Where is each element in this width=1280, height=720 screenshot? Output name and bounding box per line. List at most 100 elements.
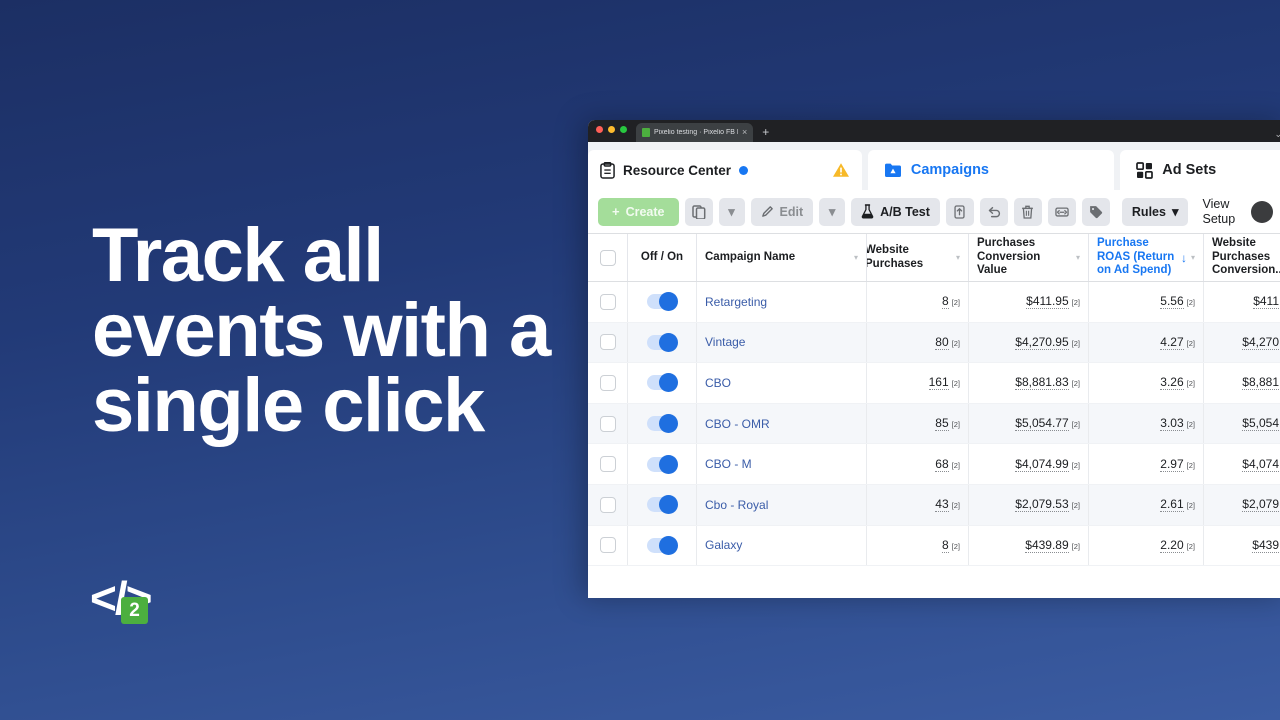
campaign-name-cell[interactable]: CBO - OMR [697,403,867,444]
close-window-icon[interactable] [596,126,603,133]
chevron-down-icon[interactable]: ▾ [1187,253,1195,262]
resource-center-card[interactable]: Resource Center [588,150,862,190]
row-select-cell[interactable] [588,484,628,525]
campaign-name-link[interactable]: CBO - M [705,457,752,471]
table-row[interactable]: Retargeting 8 [2] $411.95 [2] 5.56 [2] $411 [588,282,1280,323]
campaign-on-off-toggle[interactable] [647,495,678,515]
purchases-conversion-value-cell: $4,074.99 [2] [969,444,1089,484]
edit-button[interactable]: Edit [750,197,814,226]
row-checkbox[interactable] [599,456,616,473]
campaign-name-link[interactable]: CBO [705,376,731,390]
hero-line-2: events with a [92,288,551,374]
column-header-website-purchases-conversion-label: Website Purchases Conversion... [1212,237,1280,277]
table-row[interactable]: CBO - OMR 85 [2] $5,054.77 [2] 3.03 [2] $5,054 [588,403,1280,445]
table-row[interactable]: Cbo - Royal 43 [2] $2,079.53 [2] 2.61 [2] $2,07… [588,484,1280,526]
delete-button[interactable] [1013,197,1042,226]
column-header-campaign-name[interactable]: Campaign Name ▾ [697,234,867,281]
row-toggle-cell[interactable] [628,484,697,525]
rules-button[interactable]: Rules ▾ [1121,197,1189,226]
row-checkbox[interactable] [599,374,616,391]
campaign-on-off-toggle[interactable] [647,292,678,312]
column-header-purchases-conversion-value[interactable]: Purchases Conversion Value ▾ [969,234,1089,281]
browser-chrome-bar: Pixelio testing · Pixelio FB Fac × + ⌄ [588,120,1280,142]
browser-tab[interactable]: Pixelio testing · Pixelio FB Fac × [636,123,754,142]
row-select-cell[interactable] [588,322,628,363]
view-setup-toggle[interactable] [1251,200,1274,223]
campaign-name-cell[interactable]: Vintage [697,322,867,363]
table-row[interactable]: Vintage 80 [2] $4,270.95 [2] 4.27 [2] $4,270 [588,322,1280,364]
create-button[interactable]: + Create [598,197,679,226]
campaign-name-link[interactable]: Retargeting [705,295,767,309]
new-tab-button[interactable]: + [762,125,769,142]
table-row[interactable]: CBO 161 [2] $8,881.83 [2] 3.26 [2] $8,881 [588,363,1280,404]
row-checkbox[interactable] [599,496,616,513]
export-button[interactable] [945,197,974,226]
select-all-checkbox[interactable] [599,249,616,266]
row-select-cell[interactable] [588,363,628,403]
row-select-cell[interactable] [588,282,628,322]
campaign-on-off-toggle[interactable] [647,373,678,393]
website-purchases-cell: 80 [2] [867,322,969,363]
campaign-on-off-toggle[interactable] [647,332,678,352]
row-checkbox[interactable] [599,537,616,554]
window-controls[interactable] [596,120,627,142]
campaign-on-off-toggle[interactable] [647,535,678,555]
column-header-website-purchases-conversion[interactable]: Website Purchases Conversion... [1204,234,1280,281]
campaign-name-cell[interactable]: CBO - M [697,444,867,484]
select-all-header[interactable] [588,234,628,281]
campaign-name-link[interactable]: Cbo - Royal [705,498,768,512]
row-checkbox[interactable] [599,415,616,432]
campaign-name-link[interactable]: Vintage [705,335,745,349]
table-row[interactable]: CBO - M 68 [2] $4,074.99 [2] 2.97 [2] $4,074 [588,444,1280,485]
purchase-roas-cell: 2.97 [2] [1089,444,1204,484]
view-setup-label[interactable]: View Setup [1202,197,1235,227]
tab-campaigns[interactable]: Campaigns [867,150,1115,190]
row-toggle-cell[interactable] [628,363,697,403]
ab-test-button-label: A/B Test [880,204,930,219]
edit-dropdown-button[interactable]: ▾ [819,197,846,226]
warning-icon[interactable] [832,162,850,178]
duplicate-icon [691,204,705,219]
row-toggle-cell[interactable] [628,444,697,484]
minimize-window-icon[interactable] [608,126,615,133]
column-header-off-on[interactable]: Off / On [628,234,697,281]
campaign-name-cell[interactable]: Retargeting [697,282,867,322]
undo-button[interactable] [979,197,1008,226]
sort-descending-icon[interactable]: ↓ [1177,251,1187,265]
campaign-name-link[interactable]: Galaxy [705,538,742,552]
row-toggle-cell[interactable] [628,322,697,363]
tag-button[interactable] [1081,197,1110,226]
website-purchases-value: 80 [935,334,949,350]
column-header-website-purchases[interactable]: Website Purchases ▾ [867,234,969,281]
ab-test-button[interactable]: A/B Test [851,197,940,226]
campaign-on-off-toggle[interactable] [647,414,678,434]
tab-strip: Pixelio testing · Pixelio FB Fac × + [636,120,769,142]
share-button[interactable] [1047,197,1076,226]
tab-ad-sets[interactable]: Ad Sets [1120,150,1280,190]
chevron-down-icon[interactable]: ▾ [1072,253,1080,262]
row-select-cell[interactable] [588,525,628,566]
row-toggle-cell[interactable] [628,403,697,444]
chevron-down-icon[interactable]: ⌄ [1274,129,1280,140]
row-toggle-cell[interactable] [628,525,697,566]
maximize-window-icon[interactable] [620,126,627,133]
row-checkbox[interactable] [599,334,616,351]
duplicate-dropdown-button[interactable]: ▾ [718,197,745,226]
campaign-name-link[interactable]: CBO - OMR [705,417,770,431]
row-toggle-cell[interactable] [628,282,697,322]
campaign-name-cell[interactable]: Cbo - Royal [697,484,867,525]
row-select-cell[interactable] [588,403,628,444]
pencil-icon [761,206,773,217]
duplicate-button[interactable] [684,197,713,226]
campaign-name-cell[interactable]: Galaxy [697,525,867,566]
campaign-on-off-toggle[interactable] [647,454,678,474]
chevron-down-icon[interactable]: ▾ [952,253,960,262]
app-top-row: Resource Center Campaigns Ad Sets [588,142,1280,190]
close-icon[interactable]: × [742,128,747,137]
campaign-name-cell[interactable]: CBO [697,363,867,403]
chevron-down-icon[interactable]: ▾ [850,253,858,262]
table-row[interactable]: Galaxy 8 [2] $439.89 [2] 2.20 [2] $439 [588,525,1280,567]
column-header-purchase-roas[interactable]: Purchase ROAS (Return on Ad Spend) ↓ ▾ [1089,234,1204,281]
row-select-cell[interactable] [588,444,628,484]
row-checkbox[interactable] [599,293,616,310]
